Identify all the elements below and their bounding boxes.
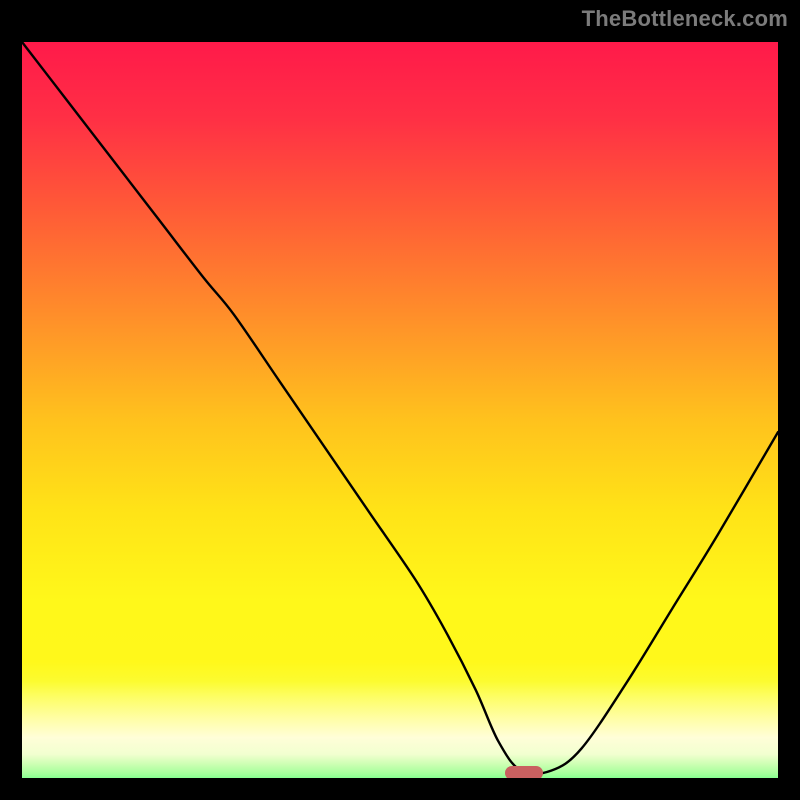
chart-plot-area [22,42,778,778]
chart-curve [22,42,778,778]
optimal-point-marker [505,766,543,778]
watermark-text: TheBottleneck.com [582,6,788,32]
